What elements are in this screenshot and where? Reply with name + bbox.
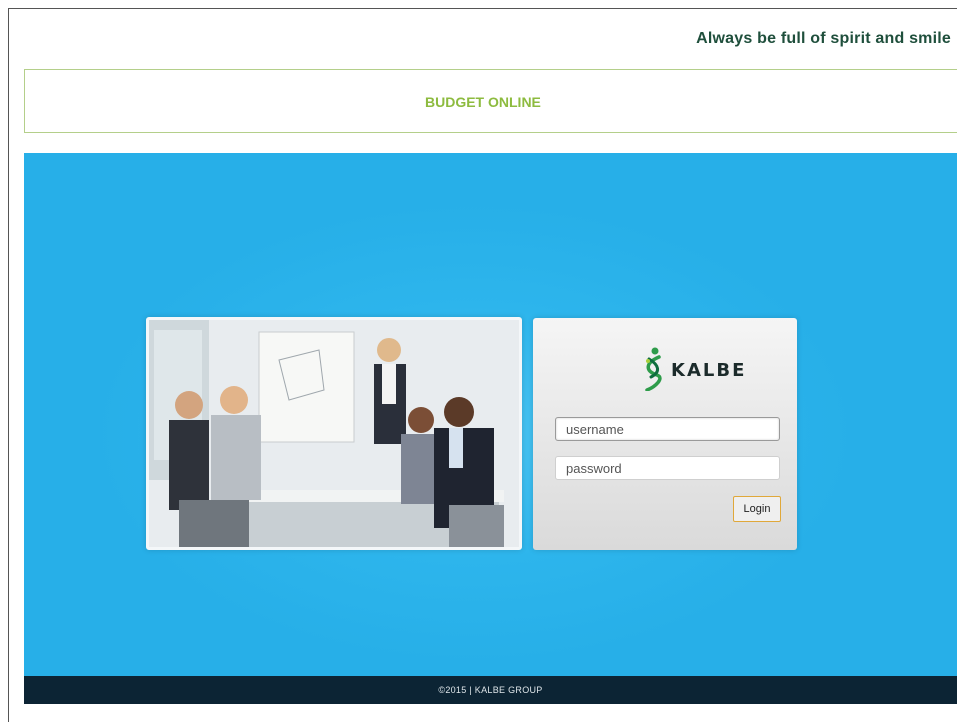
header-tagline: Always be full of spirit and smile	[696, 30, 951, 47]
kalbe-logo-icon	[645, 347, 662, 391]
brand-name: KALBE	[671, 360, 747, 381]
footer: ©2015 | KALBE GROUP	[24, 676, 957, 704]
password-input[interactable]	[555, 456, 780, 480]
page-border-top	[8, 8, 957, 9]
app-title: BUDGET ONLINE	[425, 94, 541, 110]
footer-copyright: ©2015 | KALBE GROUP	[438, 685, 543, 695]
username-input[interactable]	[555, 417, 780, 441]
login-button[interactable]: Login	[733, 496, 781, 522]
title-banner: BUDGET ONLINE	[24, 69, 957, 133]
page-border-left	[8, 8, 9, 722]
hero-section: KALBE Login	[24, 153, 957, 676]
login-panel: KALBE Login	[533, 318, 797, 550]
kalbe-logo: KALBE	[641, 345, 751, 391]
office-team-photo	[146, 317, 522, 550]
